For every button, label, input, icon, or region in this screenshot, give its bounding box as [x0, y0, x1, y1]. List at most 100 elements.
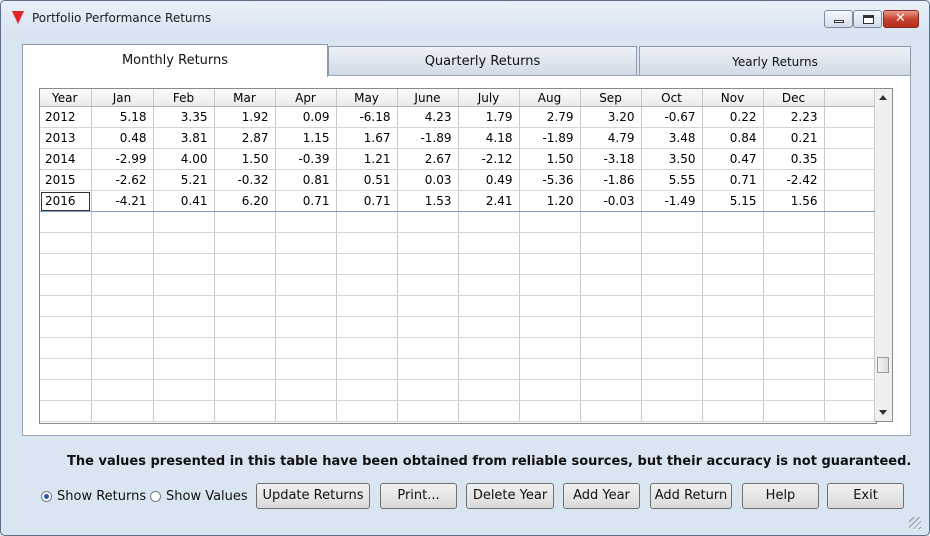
table-cell[interactable] — [397, 316, 459, 338]
table-cell[interactable] — [214, 337, 276, 359]
table-cell[interactable]: 0.71 — [275, 190, 337, 212]
table-cell[interactable]: 1.50 — [214, 148, 276, 170]
table-cell[interactable] — [458, 274, 520, 296]
column-header-july[interactable]: July — [458, 89, 520, 107]
table-cell[interactable] — [336, 400, 398, 422]
table-cell[interactable]: -5.36 — [519, 169, 581, 191]
table-cell[interactable] — [214, 400, 276, 422]
table-cell[interactable] — [824, 148, 875, 170]
table-cell[interactable]: 0.47 — [702, 148, 764, 170]
table-cell[interactable] — [702, 232, 764, 254]
column-header-jan[interactable]: Jan — [91, 89, 154, 107]
table-cell[interactable] — [275, 295, 337, 317]
table-cell[interactable] — [336, 274, 398, 296]
table-cell[interactable] — [336, 232, 398, 254]
close-button[interactable]: ✕ — [883, 10, 919, 28]
table-cell[interactable] — [519, 274, 581, 296]
title-bar[interactable]: Portfolio Performance Returns ✕ — [1, 1, 929, 35]
table-cell[interactable] — [40, 316, 92, 338]
column-header-nov[interactable]: Nov — [702, 89, 764, 107]
table-cell[interactable]: -0.03 — [580, 190, 642, 212]
minimize-button[interactable] — [824, 10, 853, 28]
table-cell[interactable]: 0.03 — [397, 169, 459, 191]
table-cell[interactable] — [824, 127, 875, 149]
table-cell[interactable] — [641, 295, 703, 317]
table-cell[interactable] — [458, 316, 520, 338]
table-cell[interactable]: 1.20 — [519, 190, 581, 212]
table-cell[interactable] — [824, 295, 875, 317]
table-cell[interactable] — [824, 379, 875, 401]
table-cell[interactable] — [824, 274, 875, 296]
table-cell[interactable] — [458, 400, 520, 422]
table-cell[interactable] — [153, 295, 215, 317]
table-cell[interactable] — [641, 211, 703, 233]
table-cell[interactable] — [214, 253, 276, 275]
returns-grid[interactable]: Year Jan Feb Mar Apr May June July Aug Sep Oct Nov D… — [39, 88, 877, 424]
table-cell[interactable]: 3.35 — [153, 106, 215, 128]
table-cell[interactable]: -0.32 — [214, 169, 276, 191]
table-cell[interactable] — [40, 232, 92, 254]
table-cell[interactable] — [91, 295, 154, 317]
table-cell[interactable] — [702, 358, 764, 380]
table-cell[interactable]: 0.09 — [275, 106, 337, 128]
table-cell[interactable] — [214, 295, 276, 317]
table-cell[interactable]: 2.67 — [397, 148, 459, 170]
table-cell[interactable]: 5.15 — [702, 190, 764, 212]
table-cell[interactable]: 2016 — [40, 190, 92, 212]
column-header-june[interactable]: June — [397, 89, 459, 107]
help-button[interactable]: Help — [742, 483, 819, 509]
table-cell[interactable] — [153, 253, 215, 275]
table-cell[interactable]: -4.21 — [91, 190, 154, 212]
table-cell[interactable] — [275, 400, 337, 422]
table-cell[interactable]: 3.20 — [580, 106, 642, 128]
table-cell[interactable]: 0.71 — [336, 190, 398, 212]
table-cell[interactable] — [763, 253, 825, 275]
table-cell[interactable] — [397, 232, 459, 254]
table-cell[interactable] — [519, 232, 581, 254]
table-cell[interactable] — [702, 274, 764, 296]
table-cell[interactable] — [40, 211, 92, 233]
table-cell[interactable] — [824, 211, 875, 233]
table-cell[interactable]: 2012 — [40, 106, 92, 128]
table-cell[interactable] — [397, 379, 459, 401]
table-cell[interactable] — [336, 253, 398, 275]
table-cell[interactable] — [153, 274, 215, 296]
update-returns-button[interactable]: Update Returns — [256, 483, 370, 509]
table-cell[interactable] — [397, 337, 459, 359]
table-cell[interactable]: 0.51 — [336, 169, 398, 191]
table-cell[interactable] — [580, 379, 642, 401]
table-cell[interactable]: 1.21 — [336, 148, 398, 170]
table-cell[interactable] — [763, 295, 825, 317]
table-cell[interactable] — [580, 211, 642, 233]
table-cell[interactable] — [336, 211, 398, 233]
table-cell[interactable]: -2.12 — [458, 148, 520, 170]
table-cell[interactable] — [153, 358, 215, 380]
table-cell[interactable] — [580, 400, 642, 422]
column-header-year[interactable]: Year — [40, 89, 92, 107]
table-cell[interactable]: 2013 — [40, 127, 92, 149]
table-cell[interactable] — [275, 358, 337, 380]
column-header-dec[interactable]: Dec — [763, 89, 825, 107]
table-cell[interactable]: 1.79 — [458, 106, 520, 128]
table-cell[interactable] — [275, 211, 337, 233]
table-cell[interactable] — [580, 253, 642, 275]
table-cell[interactable] — [336, 337, 398, 359]
table-cell[interactable]: 1.53 — [397, 190, 459, 212]
table-cell[interactable] — [397, 253, 459, 275]
table-cell[interactable] — [458, 295, 520, 317]
table-cell[interactable] — [580, 358, 642, 380]
table-cell[interactable] — [641, 253, 703, 275]
empty-row[interactable] — [40, 274, 875, 296]
table-cell[interactable]: -1.49 — [641, 190, 703, 212]
table-cell[interactable]: 0.84 — [702, 127, 764, 149]
table-cell[interactable]: 1.67 — [336, 127, 398, 149]
table-cell[interactable]: -2.99 — [91, 148, 154, 170]
table-cell[interactable] — [641, 337, 703, 359]
table-cell[interactable]: -0.67 — [641, 106, 703, 128]
table-cell[interactable]: 4.79 — [580, 127, 642, 149]
table-cell[interactable] — [702, 400, 764, 422]
tab-yearly-returns[interactable]: Yearly Returns — [639, 46, 911, 75]
table-cell[interactable] — [214, 211, 276, 233]
table-row[interactable]: 2015 -2.62 5.21 -0.32 0.81 0.51 0.03 0.49 -5.36-… — [40, 169, 875, 191]
empty-row[interactable] — [40, 295, 875, 317]
